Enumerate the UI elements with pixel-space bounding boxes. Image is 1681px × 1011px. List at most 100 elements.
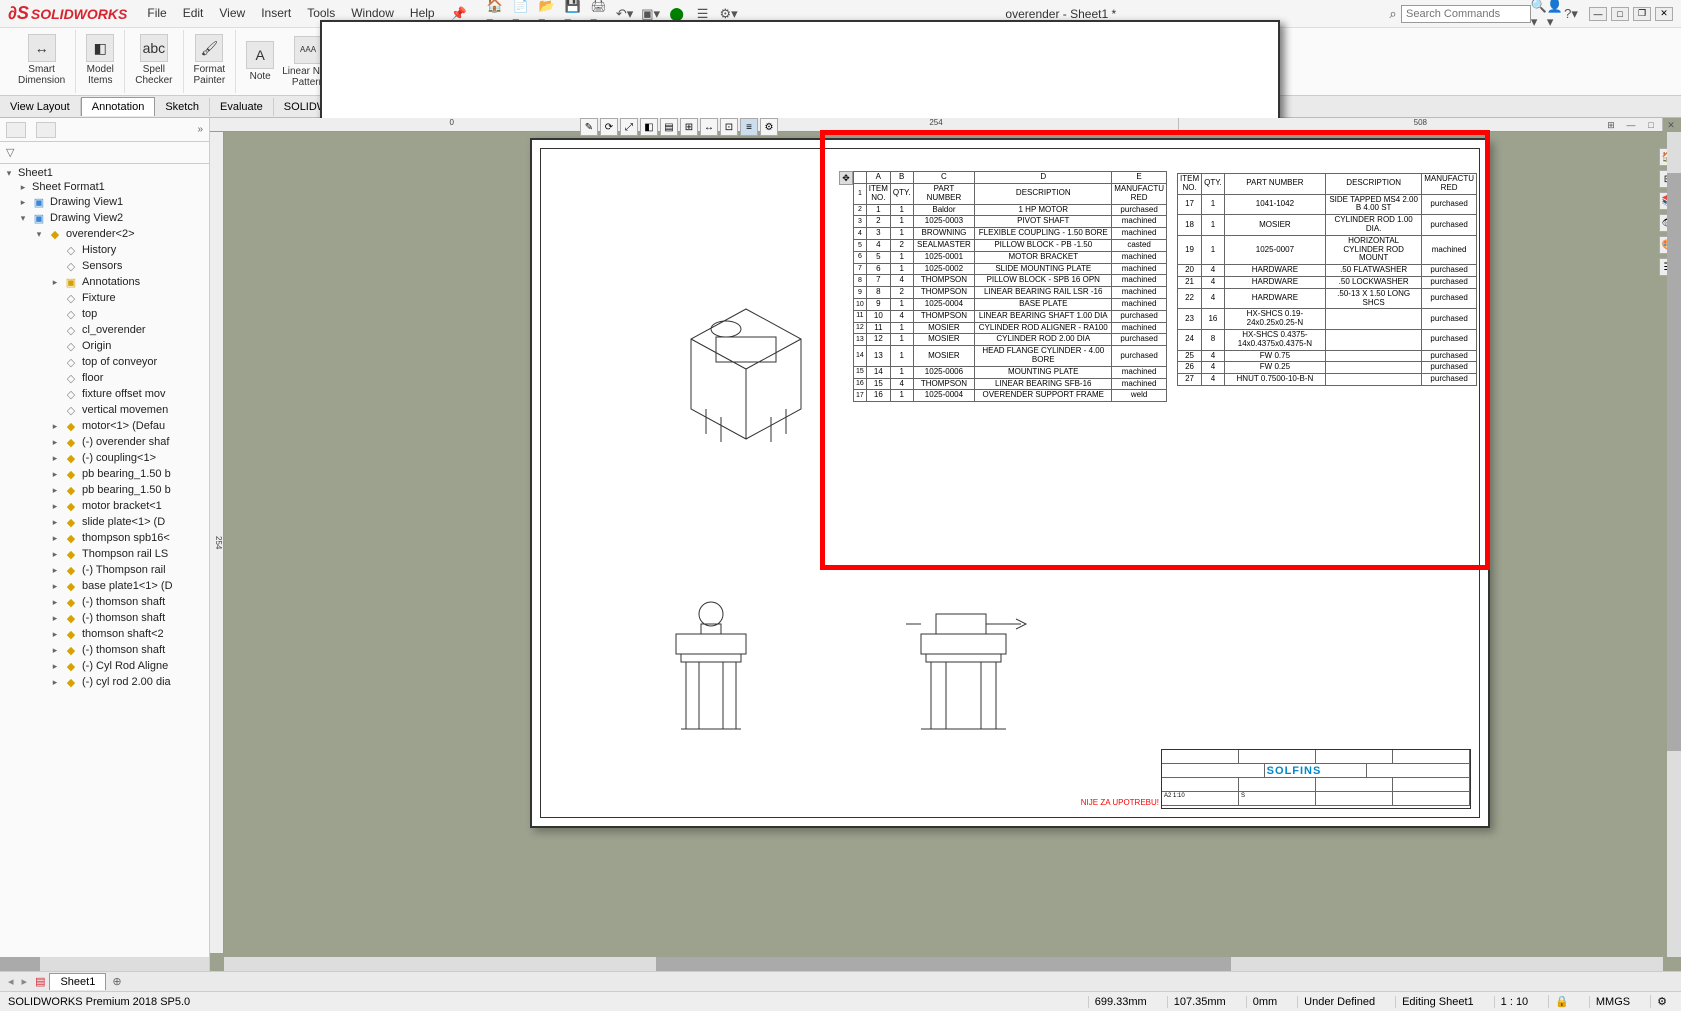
title-block[interactable]: SOLFINS A2 1:10S bbox=[1161, 749, 1471, 809]
fm-filter[interactable]: ▽ bbox=[0, 142, 209, 164]
tree-item[interactable]: ▸◆(-) overender shaf bbox=[0, 434, 209, 450]
expand-icon[interactable]: ▸ bbox=[50, 421, 60, 432]
doc-max-icon[interactable]: □ bbox=[1643, 118, 1659, 132]
tree-item[interactable]: ▸◆pb bearing_1.50 b bbox=[0, 466, 209, 482]
sheet-tab-1[interactable]: Sheet1 bbox=[49, 973, 106, 990]
ctx-icon-6[interactable]: ⊞ bbox=[680, 118, 698, 136]
expand-icon[interactable]: ▸ bbox=[50, 645, 60, 656]
tree-item[interactable]: ◇top bbox=[0, 306, 209, 322]
tree-item[interactable]: ◇top of conveyor bbox=[0, 354, 209, 370]
maximize2-button[interactable]: ❐ bbox=[1633, 7, 1651, 21]
add-sheet-icon[interactable]: ⊕ bbox=[106, 975, 127, 988]
tree-item[interactable]: ▸◆(-) coupling<1> bbox=[0, 450, 209, 466]
tree-item[interactable]: ▸◆slide plate<1> (D bbox=[0, 514, 209, 530]
side-view[interactable] bbox=[891, 579, 1051, 739]
canvas-vscroll[interactable] bbox=[1667, 132, 1681, 957]
tree-item[interactable]: ▸◆(-) cyl rod 2.00 dia bbox=[0, 674, 209, 690]
tree-item[interactable]: ▾▣Drawing View2 bbox=[0, 210, 209, 226]
spell-checker-button[interactable]: abc Spell Checker bbox=[131, 32, 176, 88]
tree-item[interactable]: ◇floor bbox=[0, 370, 209, 386]
close-button[interactable]: ✕ bbox=[1655, 7, 1673, 21]
expand-icon[interactable]: ▸ bbox=[50, 517, 60, 528]
feature-tree[interactable]: ▾▤Sheet1▸▤Sheet Format1▸▣Drawing View1▾▣… bbox=[0, 164, 209, 957]
expand-icon[interactable]: ▾ bbox=[18, 213, 28, 224]
help-icon[interactable]: ?▾ bbox=[1563, 6, 1579, 22]
expand-icon[interactable]: ▸ bbox=[18, 182, 28, 193]
expand-icon[interactable]: ▾ bbox=[4, 168, 14, 179]
tree-item[interactable]: ▸◆base plate1<1> (D bbox=[0, 578, 209, 594]
tree-item[interactable]: ▸◆(-) thomson shaft bbox=[0, 594, 209, 610]
tab-view-layout[interactable]: View Layout bbox=[0, 98, 81, 116]
expand-icon[interactable]: ▸ bbox=[50, 629, 60, 640]
expand-icon[interactable]: ▸ bbox=[50, 485, 60, 496]
tree-item[interactable]: ▾◆overender<2> bbox=[0, 226, 209, 242]
fm-expand-icon[interactable]: » bbox=[197, 124, 203, 135]
expand-icon[interactable]: ▸ bbox=[50, 549, 60, 560]
expand-icon[interactable]: ▸ bbox=[50, 597, 60, 608]
tree-item[interactable]: ▸▣Drawing View1 bbox=[0, 194, 209, 210]
canvas-hscroll[interactable] bbox=[224, 957, 1663, 971]
note-button[interactable]: A Note bbox=[242, 39, 278, 84]
ctx-icon-9[interactable]: ≡ bbox=[740, 118, 758, 136]
tree-item[interactable]: ▸◆thompson spb16< bbox=[0, 530, 209, 546]
ctx-icon-2[interactable]: ⟳ bbox=[600, 118, 618, 136]
tab-sketch[interactable]: Sketch bbox=[155, 98, 210, 116]
minimize-button[interactable]: — bbox=[1589, 7, 1607, 21]
front-view[interactable] bbox=[651, 579, 771, 739]
expand-icon[interactable]: ▾ bbox=[34, 229, 44, 240]
tree-item[interactable]: ▸▣Annotations bbox=[0, 274, 209, 290]
fm-tab-prop[interactable] bbox=[36, 122, 56, 138]
search-commands-input[interactable] bbox=[1401, 5, 1531, 23]
ctx-icon-7[interactable]: ↔ bbox=[700, 118, 718, 136]
tree-item[interactable]: ▸▤Sheet Format1 bbox=[0, 180, 209, 194]
doc-split-icon[interactable]: ⊞ bbox=[1603, 118, 1619, 132]
tree-item[interactable]: ◇fixture offset mov bbox=[0, 386, 209, 402]
tree-item[interactable]: ◇Sensors bbox=[0, 258, 209, 274]
maximize-button[interactable]: □ bbox=[1611, 7, 1629, 21]
ctx-icon-10[interactable]: ⚙ bbox=[760, 118, 778, 136]
tree-item[interactable]: ▸◆(-) Cyl Rod Aligne bbox=[0, 658, 209, 674]
tab-evaluate[interactable]: Evaluate bbox=[210, 98, 274, 116]
next-sheet-icon[interactable]: ▸ bbox=[18, 975, 32, 988]
expand-icon[interactable]: ▸ bbox=[50, 277, 60, 288]
expand-icon[interactable]: ▸ bbox=[50, 437, 60, 448]
expand-icon[interactable]: ▸ bbox=[50, 613, 60, 624]
ctx-icon-1[interactable]: ✎ bbox=[580, 118, 598, 136]
tree-item[interactable]: ◇History bbox=[0, 242, 209, 258]
fm-hscroll[interactable] bbox=[0, 957, 209, 971]
tree-item[interactable]: ▸◆(-) thomson shaft bbox=[0, 610, 209, 626]
format-painter-button[interactable]: 🖌 Format Painter bbox=[190, 32, 230, 88]
menu-edit[interactable]: Edit bbox=[183, 6, 204, 22]
canvas-vscroll-thumb[interactable] bbox=[1667, 173, 1681, 751]
expand-icon[interactable]: ▸ bbox=[50, 661, 60, 672]
tree-item[interactable]: ▸◆thomson shaft<2 bbox=[0, 626, 209, 642]
tree-item[interactable]: ◇Origin bbox=[0, 338, 209, 354]
search-dropdown-icon[interactable]: 🔍▾ bbox=[1531, 6, 1547, 22]
ctx-icon-3[interactable]: ⤢ bbox=[620, 118, 638, 136]
tree-item[interactable]: ◇vertical movemen bbox=[0, 402, 209, 418]
expand-icon[interactable]: ▸ bbox=[50, 565, 60, 576]
tree-item[interactable]: ▸◆motor<1> (Defau bbox=[0, 418, 209, 434]
doc-close-icon[interactable]: ✕ bbox=[1663, 118, 1679, 132]
fm-hscroll-thumb[interactable] bbox=[0, 957, 40, 971]
status-lock-icon[interactable]: 🔒 bbox=[1548, 995, 1575, 1008]
prev-sheet-icon[interactable]: ◂ bbox=[4, 975, 18, 988]
status-units[interactable]: MMGS bbox=[1589, 996, 1636, 1008]
tree-item[interactable]: ▸◆Thompson rail LS bbox=[0, 546, 209, 562]
expand-icon[interactable]: ▸ bbox=[18, 197, 28, 208]
canvas-hscroll-thumb[interactable] bbox=[656, 957, 1232, 971]
tree-item[interactable]: ▾▤Sheet1 bbox=[0, 166, 209, 180]
expand-icon[interactable]: ▸ bbox=[50, 453, 60, 464]
tree-item[interactable]: ◇Fixture bbox=[0, 290, 209, 306]
tree-item[interactable]: ▸◆(-) thomson shaft bbox=[0, 642, 209, 658]
menu-file[interactable]: File bbox=[147, 6, 166, 22]
tree-item[interactable]: ▸◆motor bracket<1 bbox=[0, 498, 209, 514]
ctx-icon-5[interactable]: ▤ bbox=[660, 118, 678, 136]
ctx-icon-4[interactable]: ◧ bbox=[640, 118, 658, 136]
user-icon[interactable]: 👤▾ bbox=[1547, 6, 1563, 22]
tree-item[interactable]: ▸◆pb bearing_1.50 b bbox=[0, 482, 209, 498]
menu-insert[interactable]: Insert bbox=[261, 6, 291, 22]
model-items-button[interactable]: ◧ Model Items bbox=[82, 32, 118, 88]
expand-icon[interactable]: ▸ bbox=[50, 501, 60, 512]
status-cog-icon[interactable]: ⚙ bbox=[1650, 995, 1673, 1008]
